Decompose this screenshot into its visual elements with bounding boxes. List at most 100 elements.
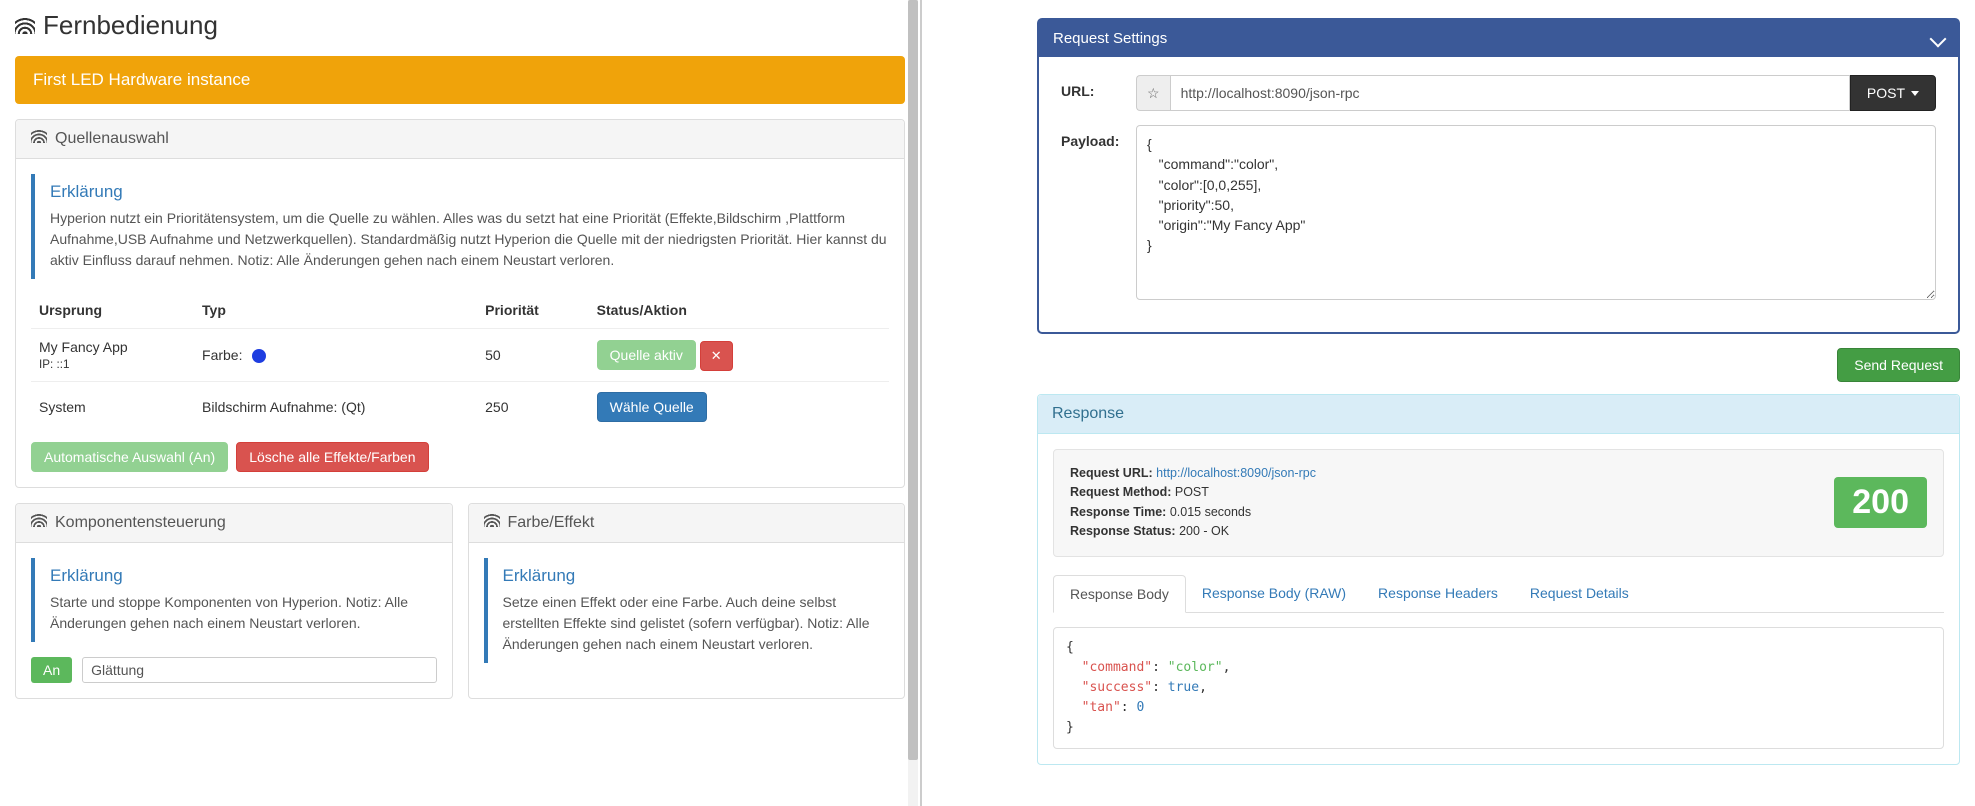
request-settings-header[interactable]: Request Settings [1039, 20, 1958, 57]
tab-request-details[interactable]: Request Details [1514, 575, 1645, 613]
wifi-icon [15, 10, 35, 41]
send-row: Send Request [1037, 348, 1960, 382]
col-status: Status/Aktion [589, 294, 889, 329]
col-priority: Priorität [477, 294, 589, 329]
instance-banner-text: First LED Hardware instance [33, 70, 250, 89]
bottom-row: Komponentensteuerung Erklärung Starte un… [15, 503, 905, 699]
url-row: URL: ☆ POST [1061, 75, 1936, 111]
table-row: My Fancy App IP: ::1 Farbe: 50 Quelle ak… [31, 329, 889, 382]
heading-text: Quellenauswahl [55, 130, 169, 148]
meta-lines: Request URL: http://localhost:8090/json-… [1070, 464, 1316, 542]
origin-name: System [39, 399, 186, 415]
panel-body: Erklärung Hyperion nutzt ein Prioritäten… [16, 159, 904, 487]
meta-url-label: Request URL: [1070, 466, 1153, 480]
toggle-row: An Glättung [31, 657, 437, 683]
method-label: POST [1867, 85, 1905, 101]
payload-textarea[interactable] [1136, 125, 1936, 300]
explanation-callout: Erklärung Hyperion nutzt ein Prioritäten… [31, 174, 889, 279]
wifi-icon [31, 130, 47, 148]
response-meta: Request URL: http://localhost:8090/json-… [1053, 449, 1944, 557]
toggle-on-chip[interactable]: An [31, 657, 72, 683]
color-effect-panel: Farbe/Effekt Erklärung Setze einen Effek… [468, 503, 906, 699]
priority-cell: 250 [477, 382, 589, 433]
url-label: URL: [1061, 75, 1136, 99]
payload-row: Payload: [1061, 125, 1936, 300]
meta-time-value: 0.015 seconds [1170, 505, 1251, 519]
scrollbar-thumb[interactable] [908, 0, 918, 760]
meta-method-label: Request Method: [1070, 485, 1171, 499]
heading-text: Farbe/Effekt [508, 514, 595, 532]
meta-time-label: Response Time: [1070, 505, 1166, 519]
meta-status-label: Response Status: [1070, 524, 1176, 538]
response-header: Response [1038, 395, 1959, 434]
chevron-down-icon [1930, 30, 1947, 47]
callout-title: Erklärung [503, 566, 890, 586]
remove-source-button[interactable]: ✕ [700, 341, 733, 371]
hyperion-remote-pane: Fernbedienung First LED Hardware instanc… [0, 0, 920, 806]
favorite-button[interactable]: ☆ [1136, 75, 1170, 111]
heading-text: Request Settings [1053, 30, 1167, 47]
request-tool-pane: Request Settings URL: ☆ POST Payload: [1037, 0, 1975, 806]
caret-down-icon [1911, 91, 1919, 96]
components-heading: Komponentensteuerung [16, 504, 452, 543]
json-string: "color" [1168, 660, 1223, 675]
tab-response-headers[interactable]: Response Headers [1362, 575, 1514, 613]
wifi-icon [484, 514, 500, 532]
select-source-button[interactable]: Wähle Quelle [597, 392, 707, 422]
meta-url-link[interactable]: http://localhost:8090/json-rpc [1156, 466, 1316, 480]
color-effect-heading: Farbe/Effekt [469, 504, 905, 543]
source-selection-heading: Quellenauswahl [16, 120, 904, 159]
status-badge: 200 [1834, 477, 1927, 528]
panel-body: Erklärung Setze einen Effekt oder eine F… [469, 543, 905, 693]
priority-cell: 50 [477, 329, 589, 382]
star-icon: ☆ [1147, 85, 1160, 102]
type-cell: Bildschirm Aufnahme: (Qt) [194, 382, 477, 433]
color-swatch [252, 349, 266, 363]
response-panel: Response Request URL: http://localhost:8… [1037, 394, 1960, 765]
json-key: "tan" [1082, 700, 1121, 715]
scrollbar[interactable] [908, 0, 918, 806]
origin-name: My Fancy App [39, 339, 186, 355]
source-table: Ursprung Typ Priorität Status/Aktion My … [31, 294, 889, 432]
response-body-container: Request URL: http://localhost:8090/json-… [1038, 434, 1959, 764]
response-tabs: Response Body Response Body (RAW) Respon… [1053, 575, 1944, 613]
callout-body: Setze einen Effekt oder eine Farbe. Auch… [503, 592, 890, 655]
url-input[interactable] [1170, 75, 1850, 111]
heading-text: Response [1052, 405, 1124, 422]
send-request-button[interactable]: Send Request [1837, 348, 1960, 382]
json-key: "success" [1082, 680, 1152, 695]
tab-response-body[interactable]: Response Body [1053, 575, 1186, 613]
wifi-icon [31, 514, 47, 532]
source-active-button[interactable]: Quelle aktiv [597, 340, 696, 370]
col-type: Typ [194, 294, 477, 329]
col-origin: Ursprung [31, 294, 194, 329]
http-method-button[interactable]: POST [1850, 75, 1936, 111]
json-number: 0 [1136, 700, 1144, 715]
url-input-group: ☆ POST [1136, 75, 1936, 111]
request-settings-panel: Request Settings URL: ☆ POST Payload: [1037, 18, 1960, 334]
explanation-callout: Erklärung Starte und stoppe Komponenten … [31, 558, 437, 642]
action-button-row: Automatische Auswahl (An) Lösche alle Ef… [31, 442, 889, 472]
type-text: Farbe: [202, 347, 242, 363]
page-title: Fernbedienung [10, 0, 910, 56]
meta-method-value: POST [1175, 485, 1209, 499]
response-body-code: { "command": "color", "success": true, "… [1053, 627, 1944, 750]
payload-label: Payload: [1061, 125, 1136, 149]
callout-title: Erklärung [50, 566, 437, 586]
tab-response-raw[interactable]: Response Body (RAW) [1186, 575, 1362, 613]
meta-status-value: 200 - OK [1179, 524, 1229, 538]
toggle-label: Glättung [82, 657, 436, 683]
type-cell: Farbe: [194, 329, 477, 382]
clear-effects-button[interactable]: Lösche alle Effekte/Farben [236, 442, 428, 472]
request-body: URL: ☆ POST Payload: [1039, 57, 1958, 332]
callout-body: Starte und stoppe Komponenten von Hyperi… [50, 592, 437, 634]
auto-select-button[interactable]: Automatische Auswahl (An) [31, 442, 228, 472]
callout-title: Erklärung [50, 182, 889, 202]
callout-body: Hyperion nutzt ein Prioritätensystem, um… [50, 208, 889, 271]
instance-banner: First LED Hardware instance [15, 56, 905, 104]
source-selection-panel: Quellenauswahl Erklärung Hyperion nutzt … [15, 119, 905, 488]
page-title-text: Fernbedienung [43, 10, 218, 41]
origin-ip: IP: ::1 [39, 358, 69, 371]
json-key: "command" [1082, 660, 1152, 675]
components-panel: Komponentensteuerung Erklärung Starte un… [15, 503, 453, 699]
